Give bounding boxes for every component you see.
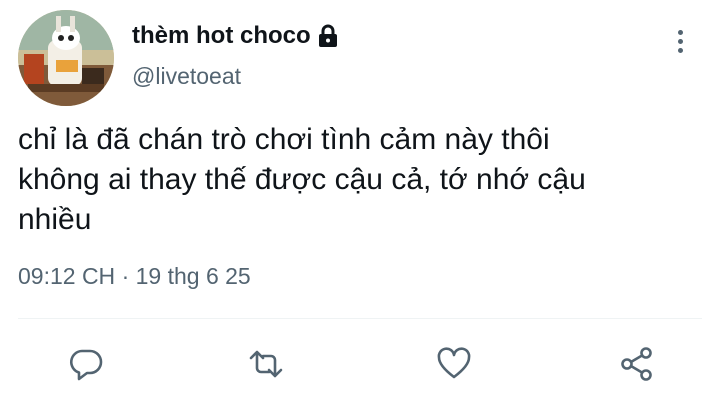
avatar[interactable] bbox=[18, 10, 114, 106]
reply-icon bbox=[70, 349, 103, 381]
more-options-button[interactable] bbox=[666, 24, 694, 58]
more-dot-icon bbox=[677, 29, 683, 35]
avatar-image bbox=[18, 10, 114, 106]
display-name[interactable]: thèm hot choco bbox=[132, 22, 339, 50]
heart-icon bbox=[437, 347, 471, 379]
more-dot-icon bbox=[677, 38, 683, 44]
share-icon bbox=[621, 347, 652, 381]
reply-button[interactable] bbox=[66, 344, 106, 384]
retweet-button[interactable] bbox=[246, 344, 286, 384]
more-dot-icon bbox=[677, 47, 683, 53]
tweet-date: 19 thg 6 25 bbox=[135, 263, 251, 289]
like-button[interactable] bbox=[434, 344, 474, 384]
tweet-text: chỉ là đã chán trò chơi tình cảm này thô… bbox=[18, 123, 586, 236]
divider bbox=[18, 318, 702, 319]
display-name-text: thèm hot choco bbox=[132, 22, 311, 49]
tweet-time: 09:12 CH bbox=[18, 263, 116, 289]
tweet-meta: 09:12 CH · 19 thg 6 25 bbox=[18, 263, 251, 290]
retweet-icon bbox=[249, 350, 283, 378]
user-handle[interactable]: @livetoeat bbox=[132, 63, 241, 90]
lock-icon bbox=[318, 24, 337, 47]
meta-separator: · bbox=[121, 263, 130, 289]
share-button[interactable] bbox=[617, 344, 657, 384]
